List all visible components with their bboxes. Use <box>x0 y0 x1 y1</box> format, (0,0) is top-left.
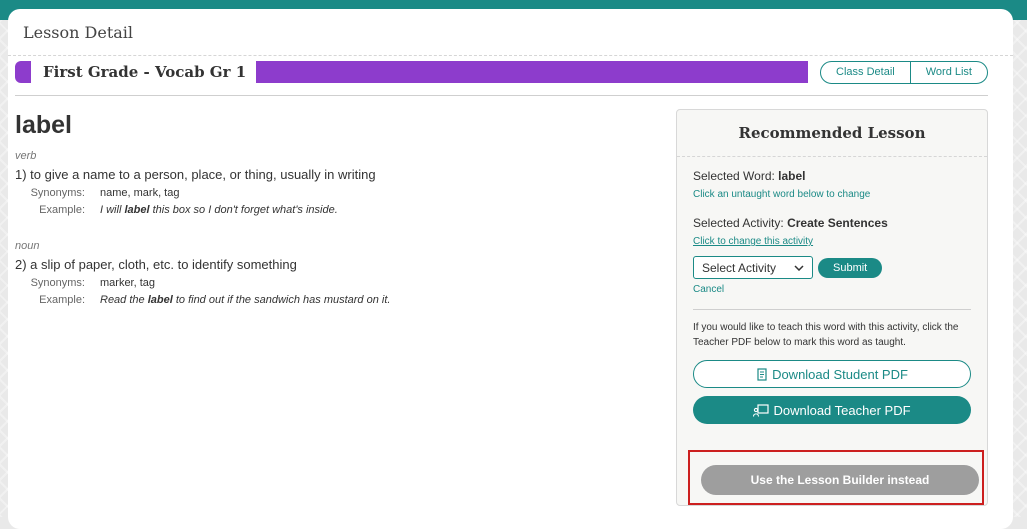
recommended-body: Selected Word: label Click an untaught w… <box>677 157 987 436</box>
example-row: Example: Read the label to find out if t… <box>15 294 655 306</box>
definition: 1) to give a name to a person, place, or… <box>15 167 376 182</box>
example-label: Example: <box>39 294 85 306</box>
teach-note: If you would like to teach this word wit… <box>693 322 959 348</box>
activity-select[interactable]: Select Activity <box>693 256 813 279</box>
lesson-links: Class Detail Word List <box>820 60 988 84</box>
recommended-lesson-panel: Recommended Lesson Selected Word: label … <box>676 109 988 506</box>
synonyms-value: name, mark, tag <box>100 187 180 199</box>
example-sentence: Read the label to find out if the sandwi… <box>100 294 391 306</box>
panel-header: Lesson Detail <box>8 9 1013 56</box>
example-row: Example: I will label this box so I don'… <box>15 204 655 216</box>
document-icon <box>757 367 767 381</box>
submit-button[interactable]: Submit <box>818 257 883 278</box>
part-of-speech: verb <box>15 150 37 162</box>
recommended-title: Recommended Lesson <box>738 124 926 142</box>
cancel-link[interactable]: Cancel <box>693 284 971 295</box>
synonyms-row: Synonyms: name, mark, tag <box>15 187 655 199</box>
selected-activity: Selected Activity: Create Sentences <box>693 216 888 230</box>
lesson-bar: First Grade - Vocab Gr 1 Class Detail Wo… <box>15 60 988 84</box>
example-label: Example: <box>39 204 85 216</box>
synonyms-value: marker, tag <box>100 277 156 289</box>
teacher-board-icon <box>753 403 770 417</box>
lesson-builder-button[interactable]: Use the Lesson Builder instead <box>701 465 979 495</box>
recommended-header: Recommended Lesson <box>677 110 987 157</box>
panel-title: Lesson Detail <box>23 22 134 42</box>
download-student-pdf-label: Download Student PDF <box>772 366 908 382</box>
lesson-color-bar <box>256 61 809 83</box>
download-student-pdf-button[interactable]: Download Student PDF <box>693 360 971 388</box>
download-teacher-pdf-label: Download Teacher PDF <box>773 402 911 418</box>
download-teacher-pdf-button[interactable]: Download Teacher PDF <box>693 396 971 424</box>
lesson-color-cap <box>15 61 31 83</box>
recommended-divider <box>693 309 971 310</box>
selected-word: Selected Word: label <box>693 169 806 183</box>
change-activity-link[interactable]: Click to change this activity <box>693 236 971 247</box>
selected-word-value: label <box>778 169 806 183</box>
synonyms-label: Synonyms: <box>30 187 85 199</box>
activity-select-value: Select Activity <box>702 260 777 275</box>
change-word-hint: Click an untaught word below to change <box>693 189 871 200</box>
activity-row: Select Activity Submit <box>693 256 971 279</box>
chevron-down-icon <box>794 264 804 271</box>
word-definition-area: label verb 1) to give a name to a person… <box>15 111 655 306</box>
lesson-name: First Grade - Vocab Gr 1 <box>43 63 247 81</box>
word-title: label <box>15 111 72 139</box>
part-of-speech: noun <box>15 240 40 252</box>
selected-activity-value: Create Sentences <box>787 216 888 230</box>
class-detail-link[interactable]: Class Detail <box>821 62 910 83</box>
example-sentence: I will label this box so I don't forget … <box>100 204 338 216</box>
synonyms-row: Synonyms: marker, tag <box>15 277 655 289</box>
header-divider <box>15 95 988 96</box>
definition: 2) a slip of paper, cloth, etc. to ident… <box>15 257 297 272</box>
synonyms-label: Synonyms: <box>30 277 85 289</box>
word-list-link[interactable]: Word List <box>909 61 987 83</box>
